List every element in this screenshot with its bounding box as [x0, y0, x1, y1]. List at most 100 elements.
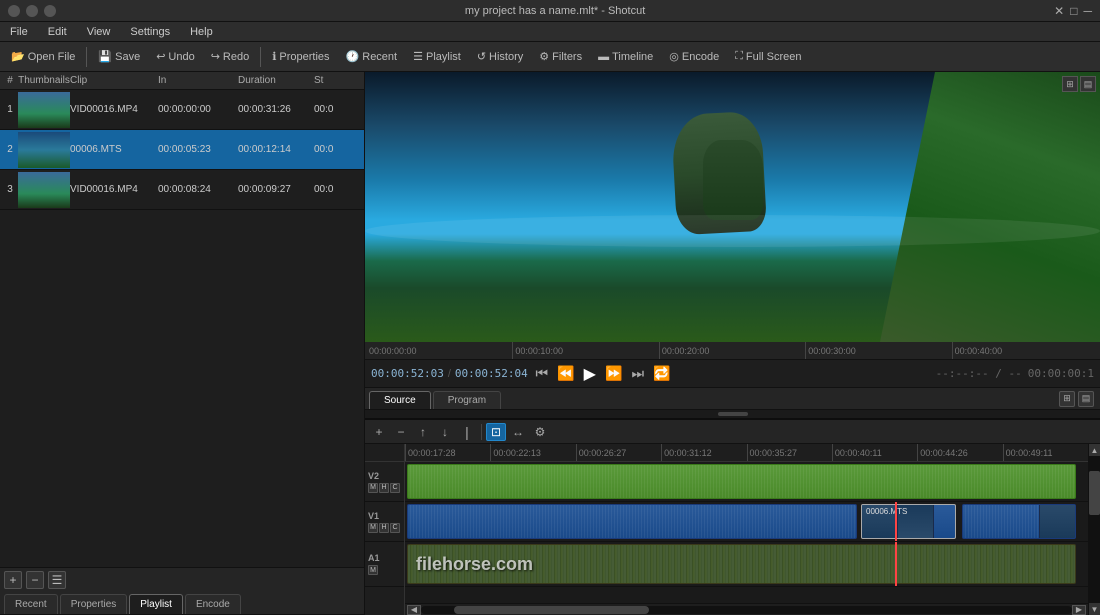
scroll-down-button[interactable]: ▼	[1089, 603, 1100, 615]
history-button[interactable]: ↺ History	[470, 45, 530, 69]
audio-clip[interactable]: filehorse.com	[407, 544, 1076, 584]
ruler-mark-4: 00:00:40:00	[952, 342, 1098, 359]
v1-lock-button[interactable]: C	[390, 523, 400, 533]
skip-to-start-button[interactable]: ⏮	[532, 364, 552, 384]
play-button[interactable]: ▶	[580, 364, 600, 384]
maximize-button[interactable]	[44, 5, 56, 17]
total-time: 00:00:52:04	[455, 367, 528, 380]
scroll-track[interactable]	[421, 606, 1072, 614]
row-2-st: 00:0	[314, 144, 344, 155]
encode-button[interactable]: ◎ Encode	[662, 45, 726, 69]
properties-button[interactable]: ℹ Properties	[265, 45, 336, 69]
v2-clip-1[interactable]	[407, 464, 1076, 499]
save-button[interactable]: 💾 Save	[91, 45, 147, 69]
scroll-thumb[interactable]	[454, 606, 649, 614]
tab-playlist[interactable]: Playlist	[129, 594, 183, 614]
menu-help[interactable]: Help	[186, 24, 217, 40]
v2-hide-button[interactable]: H	[379, 483, 389, 493]
fast-forward-button[interactable]: ⏩	[604, 364, 624, 384]
undo-button[interactable]: ↩ Undo	[149, 45, 202, 69]
timeline-scrollbar: ◀ ▶	[405, 603, 1088, 615]
menu-file[interactable]: File	[6, 24, 32, 40]
playhead-v1	[895, 502, 897, 541]
titlebar-max-icon[interactable]: □	[1070, 4, 1077, 18]
timeline-ruler-preview: 00:00:00:00 00:00:10:00 00:00:20:00 00:0…	[365, 342, 1100, 359]
menu-view[interactable]: View	[83, 24, 115, 40]
drag-divider[interactable]	[365, 410, 1100, 418]
tab-program[interactable]: Program	[433, 391, 501, 409]
timeline-split-button[interactable]: |	[457, 423, 477, 441]
row-2-clip: 00006.MTS	[70, 144, 158, 155]
open-file-button[interactable]: 📂 Open File	[4, 45, 82, 69]
v1-clip-1[interactable]	[407, 504, 857, 539]
scroll-left-button[interactable]: ◀	[407, 605, 421, 615]
scroll-right-button[interactable]: ▶	[1072, 605, 1086, 615]
thumbnail-image-2	[18, 132, 70, 168]
tab-properties[interactable]: Properties	[60, 594, 128, 614]
clip-3-thumb	[1039, 505, 1075, 538]
track-labels: V2 M H C V1 M H C	[365, 444, 405, 615]
playlist-row-3[interactable]: 3 VID00016.MP4 00:00:08:24 00:00:09:27 0…	[0, 170, 364, 210]
tab-encode[interactable]: Encode	[185, 594, 241, 614]
v1-mute-button[interactable]: M	[368, 523, 378, 533]
scroll-up-button[interactable]: ▲	[1089, 444, 1100, 456]
row-3-in: 00:00:08:24	[158, 184, 238, 195]
ruler-mark-1: 00:00:10:00	[512, 342, 658, 359]
source-icon-2[interactable]: ▤	[1078, 391, 1094, 407]
a1-mute-button[interactable]: M	[368, 565, 378, 575]
recent-button[interactable]: 🕐 Recent	[339, 45, 405, 69]
timeline-overwrite-button[interactable]: ↓	[435, 423, 455, 441]
titlebar: my project has a name.mlt* - Shotcut ✕ □…	[0, 0, 1100, 22]
source-icon-1[interactable]: ⊞	[1059, 391, 1075, 407]
preview-icon-1[interactable]: ⊞	[1062, 76, 1078, 92]
loop-button[interactable]: 🔁	[652, 364, 672, 384]
v2-lock-button[interactable]: C	[390, 483, 400, 493]
v1-hide-button[interactable]: H	[379, 523, 389, 533]
playlist-row-1[interactable]: 1 VID00016.MP4 00:00:00:00 00:00:31:26 0…	[0, 90, 364, 130]
playlist-add-button[interactable]: +	[4, 571, 22, 589]
row-2-in: 00:00:05:23	[158, 144, 238, 155]
timeline-remove-button[interactable]: −	[391, 423, 411, 441]
right-panel: ⊞ ▤ 00:00:00:00 00:00:10:00 00:00:20:00 …	[365, 72, 1100, 615]
skip-to-end-button[interactable]: ⏭	[628, 364, 648, 384]
tab-source[interactable]: Source	[369, 391, 431, 409]
vertical-scroll-track[interactable]	[1089, 456, 1100, 603]
minimize-button[interactable]	[26, 5, 38, 17]
titlebar-min-icon[interactable]: ─	[1083, 4, 1092, 18]
filter-icon: ⚙	[539, 50, 549, 63]
v2-mute-button[interactable]: M	[368, 483, 378, 493]
playlist-menu-button[interactable]: ☰	[48, 571, 66, 589]
undo-icon: ↩	[156, 50, 165, 63]
ruler-3: 00:00:31:12	[661, 444, 746, 461]
timeline-snap-button[interactable]: ⊡	[486, 423, 506, 441]
row-3-st: 00:0	[314, 184, 344, 195]
fullscreen-button[interactable]: ⛶ Full Screen	[728, 45, 808, 69]
col-in: In	[158, 75, 238, 86]
source-tab-icons: ⊞ ▤	[1059, 391, 1094, 407]
playlist-remove-button[interactable]: −	[26, 571, 44, 589]
menu-settings[interactable]: Settings	[126, 24, 174, 40]
tab-recent[interactable]: Recent	[4, 594, 58, 614]
preview-icon-2[interactable]: ▤	[1080, 76, 1096, 92]
prev-frame-button[interactable]: ⏪	[556, 364, 576, 384]
clip-waveform	[408, 465, 1075, 498]
timeline-lift-button[interactable]: ↑	[413, 423, 433, 441]
titlebar-close-icon[interactable]: ✕	[1054, 4, 1064, 18]
menu-edit[interactable]: Edit	[44, 24, 71, 40]
playlist-button[interactable]: ☰ Playlist	[406, 45, 468, 69]
playlist-row-2[interactable]: 2 00006.MTS 00:00:05:23 00:00:12:14 00:0	[0, 130, 364, 170]
v1-clip-3[interactable]	[962, 504, 1076, 539]
timeline-settings-button[interactable]: ⚙	[530, 423, 550, 441]
track-v1: 00006.MTS	[405, 502, 1088, 542]
window-controls[interactable]	[8, 5, 56, 17]
timeline-button[interactable]: ▬ Timeline	[591, 45, 660, 69]
v1-clip-2[interactable]: 00006.MTS	[861, 504, 956, 539]
close-button[interactable]	[8, 5, 20, 17]
playhead-a1	[895, 542, 897, 586]
timeline-append-button[interactable]: +	[369, 423, 389, 441]
timeline-ripple-button[interactable]: ↔	[508, 423, 528, 441]
redo-button[interactable]: ↪ Redo	[204, 45, 257, 69]
filters-button[interactable]: ⚙ Filters	[532, 45, 589, 69]
vertical-scroll-thumb[interactable]	[1089, 471, 1100, 515]
timeline-ruler-row: 00:00:17:28 00:00:22:13 00:00:26:27 00:0…	[405, 444, 1088, 462]
